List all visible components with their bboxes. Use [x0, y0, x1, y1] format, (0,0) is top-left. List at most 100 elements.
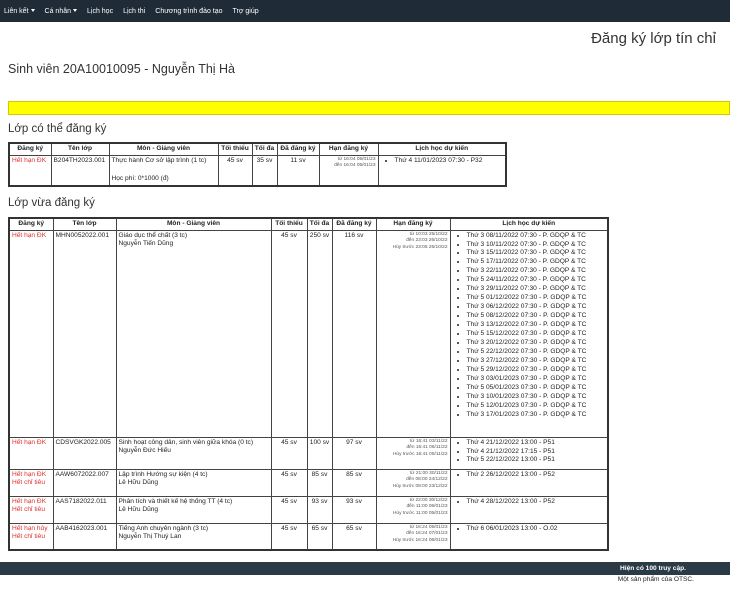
footer-visitors: Hiện có 100 truy cập. — [0, 562, 730, 575]
status-cell: Hết hạn ĐK Hết chỉ tiêu — [8, 495, 54, 524]
deadline-cell: từ 21:00 30/11/22 đến 08:00 24/12/22 Hủy t… — [375, 468, 451, 497]
schedule-item: Thứ 3 10/01/2023 07:30 - P. GDQP & TC — [467, 393, 606, 402]
status-cell: Hết hạn hủy Hết chỉ tiêu — [8, 522, 54, 551]
column-header: Hạn đăng ký — [375, 217, 451, 231]
schedule-cell: Thứ 4 28/12/2022 13:00 - P52 — [449, 495, 609, 524]
column-header: Tối đa — [306, 217, 333, 231]
deadline-line: Hủy trước 23:05 25/10/22 — [392, 244, 448, 250]
registered-count: 93 sv — [331, 495, 377, 524]
course-cell: Thực hành Cơ sở lập trình (1 tc) Học phí:… — [108, 154, 219, 187]
table-row: Hết hạn ĐK Hết chỉ tiêu AAW6072022.007 Lập … — [8, 468, 609, 497]
schedule-item: Thứ 5 24/11/2022 07:30 - P. GDQP & TC — [467, 276, 606, 285]
course-name: Lập trình Hướng sự kiện (4 tc) — [118, 470, 208, 478]
schedule-list: Thứ 6 06/01/2023 13:00 - O.02 — [453, 525, 606, 534]
nav-item-chuong-trinh-dao-tao[interactable]: Chương trình đào tạo — [155, 8, 222, 15]
max-students: 100 sv — [306, 436, 333, 470]
schedule-item: Thứ 3 27/12/2022 07:30 - P. GDQP & TC — [467, 357, 606, 366]
chevron-down-icon — [73, 9, 77, 13]
deadline-cell: từ 10:03 25/10/22 đến 23:03 26/10/22 Hủy t… — [375, 229, 451, 438]
course-cell: Giáo dục thể chất (3 tc) Nguyễn Tiến Dũng — [115, 229, 272, 438]
schedule-item: Thứ 3 08/11/2022 07:30 - P. GDQP & TC — [467, 232, 606, 241]
available-classes-title: Lớp có thể đăng ký — [8, 123, 107, 135]
column-header: Lịch học dự kiến — [449, 217, 609, 231]
status-text: Hết chỉ tiêu — [12, 479, 45, 487]
schedule-item: Thứ 3 20/12/2022 07:30 - P. GDQP & TC — [467, 339, 606, 348]
column-header: Môn - Giảng viên — [108, 142, 219, 156]
schedule-item: Thứ 5 22/12/2022 07:30 - P. GDQP & TC — [467, 348, 606, 357]
nav-item-label: Trợ giúp — [232, 7, 259, 15]
schedule-item: Thứ 3 13/12/2022 07:30 - P. GDQP & TC — [467, 321, 606, 330]
course-name: Sinh hoạt công dân, sinh viên giữa khóa … — [118, 438, 254, 446]
lecturer-name: Lê Hữu Dũng — [118, 479, 159, 487]
status-text: Hết hạn ĐK — [12, 231, 47, 239]
schedule-item: Thứ 5 05/01/2023 07:30 - P. GDQP & TC — [467, 384, 606, 393]
top-nav: Liên kết Cá nhân Lịch học Lịch thi Chương tr… — [0, 0, 730, 22]
schedule-list: Thứ 2 26/12/2022 13:00 - P52 — [453, 471, 606, 480]
schedule-list: Thứ 3 08/11/2022 07:30 - P. GDQP & TCThứ… — [453, 232, 606, 420]
nav-item-lich-thi[interactable]: Lịch thi — [123, 8, 145, 15]
student-info: Sinh viên 20A10010095 - Nguyễn Thị Hà — [8, 62, 236, 76]
status-text: Hết chỉ tiêu — [12, 506, 45, 514]
deadline-line: Hủy trước 16:24 06/01/23 — [392, 537, 448, 543]
column-header: Môn - Giảng viên — [115, 217, 272, 231]
registered-count: 97 sv — [331, 436, 377, 470]
min-students: 45 sv — [270, 468, 308, 497]
schedule-list: Thứ 4 21/12/2022 13:00 - P51Thứ 4 21/12/… — [453, 439, 606, 466]
deadline-line: Hủy trước 08:00 23/12/22 — [392, 483, 448, 489]
min-students: 45 sv — [270, 436, 308, 470]
lecturer-name: Nguyễn Tiến Dũng — [118, 240, 174, 248]
schedule-item: Thứ 5 17/11/2022 07:30 - P. GDQP & TC — [467, 258, 606, 267]
status-text: Hết hạn ĐK — [12, 156, 47, 164]
status-cell: Hết hạn ĐK — [8, 436, 54, 470]
table-row: Hết hạn ĐK CDSVGK2022.005 Sinh hoạt công d… — [8, 436, 609, 470]
lecturer-name: Nguyễn Thị Thuý Lan — [118, 533, 182, 541]
nav-item-ca-nhan[interactable]: Cá nhân — [45, 8, 77, 15]
nav-item-label: Lịch học — [87, 7, 114, 15]
deadline-line: đến 23:03 26/10/22 — [406, 238, 448, 244]
column-header: Tên lớp — [52, 217, 117, 231]
registered-classes-title: Lớp vừa đăng ký — [8, 197, 95, 209]
registered-count: 85 sv — [331, 468, 377, 497]
nav-item-lien-ket[interactable]: Liên kết — [4, 8, 35, 15]
status-cell: Hết hạn ĐK Hết chỉ tiêu — [8, 468, 54, 497]
status-text: Hết hạn ĐK — [12, 470, 47, 478]
class-code: AAB4162023.001 — [52, 522, 117, 551]
schedule-cell: Thứ 4 11/01/2023 07:30 - P32 — [377, 154, 507, 187]
schedule-item: Thứ 5 15/12/2022 07:30 - P. GDQP & TC — [467, 330, 606, 339]
status-cell: Hết hạn ĐK — [8, 229, 54, 438]
class-code: AAW6072022.007 — [52, 468, 117, 497]
schedule-list: Thứ 4 11/01/2023 07:30 - P32 — [381, 157, 504, 166]
status-text: Hết hạn ĐK — [12, 497, 47, 505]
registered-count: 65 sv — [331, 522, 377, 551]
notice-bar — [8, 101, 730, 115]
schedule-item: Thứ 3 06/12/2022 07:30 - P. GDQP & TC — [467, 303, 606, 312]
min-students: 45 sv — [217, 154, 253, 187]
schedule-cell: Thứ 2 26/12/2022 13:00 - P52 — [449, 468, 609, 497]
class-code: B204TH2023.001 — [50, 154, 110, 187]
deadline-cell: từ 16:04 05/01/23 đến 16:04 05/01/23 — [318, 154, 379, 187]
table-row: Hết hạn ĐK B204TH2023.001 Thực hành Cơ sở … — [8, 154, 507, 187]
nav-item-lich-hoc[interactable]: Lịch học — [87, 8, 113, 15]
column-header: Tối thiểu — [217, 142, 253, 156]
nav-item-tro-giup[interactable]: Trợ giúp — [233, 8, 259, 15]
max-students: 65 sv — [306, 522, 333, 551]
schedule-item: Thứ 4 21/12/2022 17:15 - P51 — [467, 448, 606, 457]
course-cell: Tiếng Anh chuyên ngành (3 tc) Nguyễn Thị … — [115, 522, 272, 551]
deadline-line: đến 16:04 05/01/23 — [334, 163, 376, 169]
course-cell: Sinh hoạt công dân, sinh viên giữa khóa … — [115, 436, 272, 470]
column-header: Tối thiểu — [270, 217, 308, 231]
column-header: Đã đăng ký — [331, 217, 377, 231]
schedule-item: Thứ 3 10/11/2022 07:30 - P. GDQP & TC — [467, 241, 606, 250]
registered-count: 116 sv — [331, 229, 377, 438]
nav-item-label: Cá nhân — [44, 7, 71, 15]
course-cell: Phân tích và thiết kế hệ thống TT (4 tc)… — [115, 495, 272, 524]
class-code: CDSVGK2022.005 — [52, 436, 117, 470]
schedule-item: Thứ 4 11/01/2023 07:30 - P32 — [395, 157, 504, 166]
schedule-cell: Thứ 6 06/01/2023 13:00 - O.02 — [449, 522, 609, 551]
schedule-item: Thứ 3 15/11/2022 07:30 - P. GDQP & TC — [467, 249, 606, 258]
status-text: Hết chỉ tiêu — [12, 533, 45, 541]
available-classes-table: Đăng ký Tên lớp Môn - Giảng viên Tối thiểu T… — [8, 142, 507, 187]
column-header: Tên lớp — [50, 142, 110, 156]
deadline-line: đến 08:00 24/12/22 — [406, 477, 448, 483]
schedule-item: Thứ 2 26/12/2022 13:00 - P52 — [467, 471, 606, 480]
